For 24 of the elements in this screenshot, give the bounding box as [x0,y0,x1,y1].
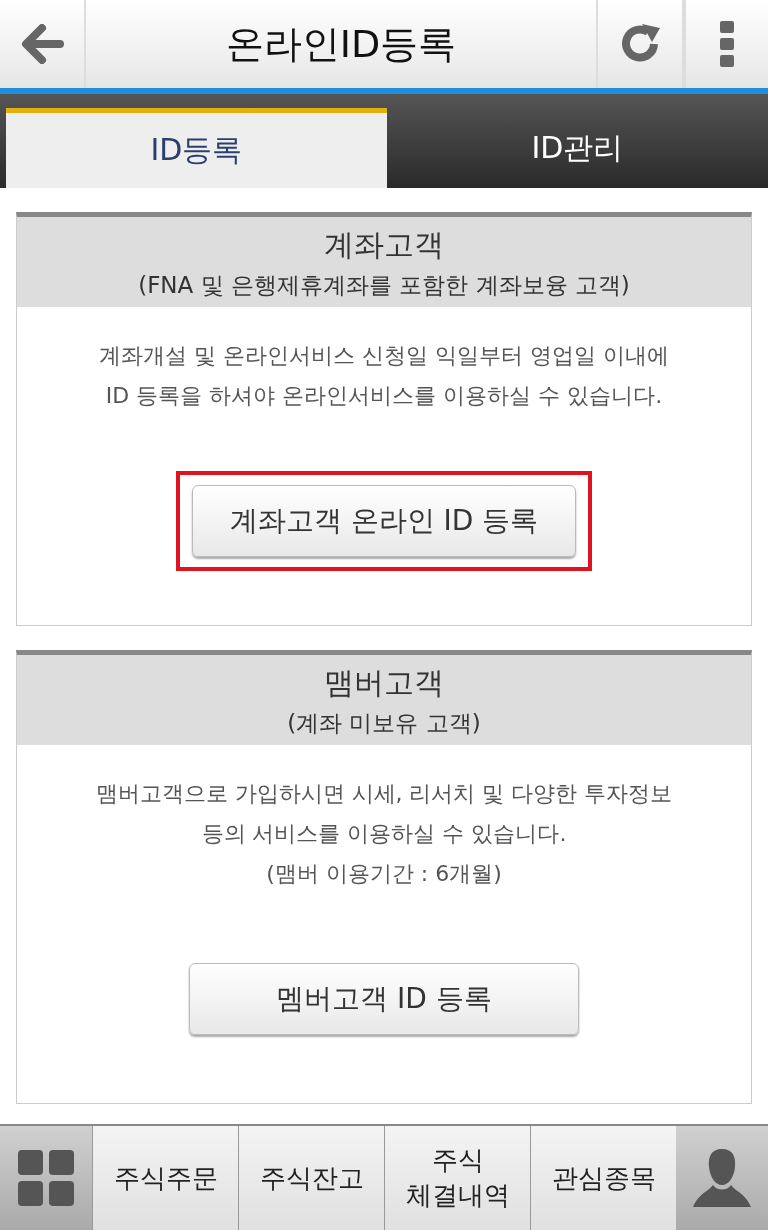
description-text: ID 등록을 하셔야 온라인서비스를 이용하실 수 있습니다. [105,382,663,410]
menu-grid-button[interactable] [0,1126,92,1230]
register-button[interactable]: 멤버고객 ID 등록 [189,963,579,1035]
window-title: 온라인ID등록 [86,0,598,88]
menu-item[interactable]: 주식잔고 [238,1126,384,1230]
grid-icon [16,1148,76,1208]
person-icon [691,1147,753,1209]
menu-item[interactable]: 주식주문 [92,1126,238,1230]
tab[interactable]: ID관리 [387,108,768,188]
section-title: 계좌고객 [324,226,444,264]
section-subtitle: (계좌 미보유 고객) [287,709,481,738]
menu-item[interactable]: 관심종목 [530,1126,676,1230]
back-arrow-icon [20,24,64,64]
description-text: 맴버고객으로 가입하시면 시세, 리서치 및 다양한 투자정보 [95,780,673,808]
menu-item[interactable]: 주식 체결내역 [384,1126,530,1230]
description-text: (맴버 이용기간 : 6개월) [266,860,502,888]
section-title: 맴버고객 [324,664,444,702]
description-text: 계좌개설 및 온라인서비스 신청일 익일부터 영업일 이내에 [99,342,669,370]
register-button[interactable]: 계좌고객 온라인 ID 등록 [192,485,576,557]
more-icon [718,19,736,69]
tab[interactable]: ID등록 [6,108,387,188]
section-subtitle: (FNA 및 은행제휴계좌를 포함한 계좌보융 고객) [138,271,630,300]
profile-button[interactable] [676,1126,768,1230]
description-text: 등의 서비스를 이용하실 수 있습니다. [201,820,567,848]
